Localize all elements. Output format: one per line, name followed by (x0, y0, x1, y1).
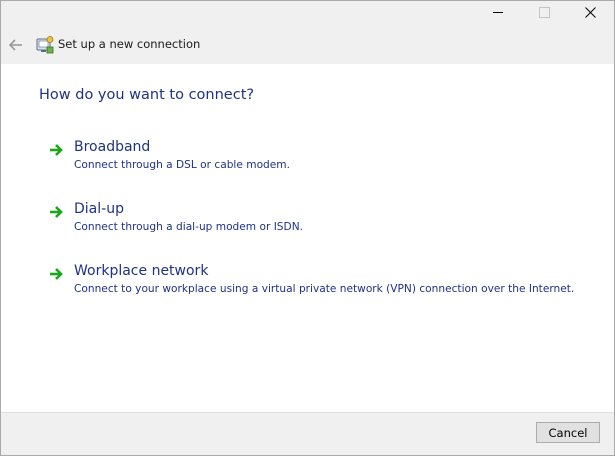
option-broadband[interactable]: Broadband Connect through a DSL or cable… (45, 139, 605, 179)
page-heading: How do you want to connect? (39, 87, 255, 103)
cancel-button[interactable]: Cancel (536, 422, 600, 443)
main-content: How do you want to connect? Broadband Co… (1, 64, 614, 412)
option-title: Workplace network (74, 263, 209, 279)
title-bar: Set up a new connection (1, 1, 614, 64)
green-arrow-icon (50, 268, 63, 280)
option-title: Dial-up (74, 201, 124, 217)
network-setup-icon (36, 36, 54, 54)
back-button[interactable] (7, 36, 25, 54)
green-arrow-icon (50, 144, 63, 156)
option-dial-up[interactable]: Dial-up Connect through a dial-up modem … (45, 201, 605, 241)
option-workplace-network[interactable]: Workplace network Connect to your workpl… (45, 263, 605, 303)
option-description: Connect through a DSL or cable modem. (74, 159, 290, 171)
minimize-icon (493, 11, 503, 13)
window-title: Set up a new connection (58, 37, 201, 51)
wizard-window: Set up a new connection How do you want … (0, 0, 615, 456)
option-description: Connect to your workplace using a virtua… (74, 283, 575, 295)
minimize-button[interactable] (475, 1, 521, 23)
close-icon (584, 6, 596, 18)
green-arrow-icon (50, 206, 63, 218)
option-description: Connect through a dial-up modem or ISDN. (74, 221, 303, 233)
maximize-icon (538, 6, 550, 18)
footer-bar: Cancel (1, 412, 614, 455)
close-button[interactable] (567, 1, 613, 23)
option-title: Broadband (74, 139, 151, 155)
maximize-button (521, 1, 567, 23)
back-arrow-icon (9, 39, 22, 51)
